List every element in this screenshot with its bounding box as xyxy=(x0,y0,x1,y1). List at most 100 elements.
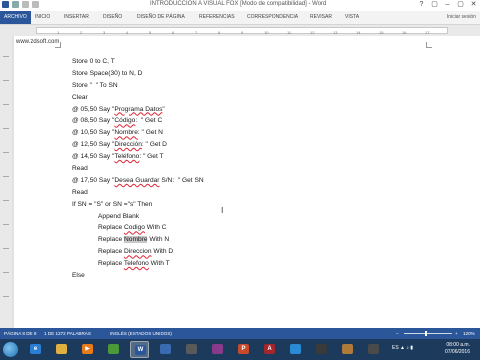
quick-access-toolbar xyxy=(2,1,39,8)
media-player-icon: ▶ xyxy=(82,344,93,354)
tab-correspondencia[interactable]: CORRESPONDENCIA xyxy=(247,11,298,24)
undo-icon[interactable] xyxy=(22,1,29,8)
ruler-tick: 14 xyxy=(356,30,361,35)
taskbar: e ▶ W P A ES ▲ ♪ ▮ 08:00 a.m. 07/06/2016 xyxy=(0,339,480,360)
code-line: If SN = "S" or SN ="s" Then xyxy=(72,200,153,208)
taskbar-button[interactable] xyxy=(156,341,175,358)
access-icon: A xyxy=(264,344,275,354)
ruler-tick: 8 xyxy=(218,30,221,35)
code-line: Replace Direccion With D xyxy=(98,248,174,256)
taskbar-button[interactable] xyxy=(364,341,383,358)
code-line: Store 0 to C, T xyxy=(72,58,115,65)
document-page[interactable]: www.zdsoft.com Store 0 to C, T Store Spa… xyxy=(14,36,480,328)
ruler-tick: 7 xyxy=(195,30,198,35)
code-line: Clear xyxy=(72,93,88,101)
help-button[interactable]: ? xyxy=(415,0,428,10)
clock-date: 07/06/2016 xyxy=(444,349,470,355)
app-icon-7 xyxy=(368,344,379,354)
taskbar-button[interactable] xyxy=(208,341,227,358)
code-line: @ 10,50 Say "Nombre: " Get N xyxy=(72,129,163,137)
margin-corner-mark xyxy=(426,42,432,48)
app-icon-6 xyxy=(342,344,353,354)
taskbar-button[interactable] xyxy=(338,341,357,358)
video-watermark: www.zdsoft.com xyxy=(16,39,60,45)
ie-icon: e xyxy=(30,344,41,354)
ruler-tick: 13 xyxy=(333,30,338,35)
save-icon[interactable] xyxy=(12,1,19,8)
word-icon: W xyxy=(135,345,146,355)
taskbar-button[interactable] xyxy=(286,341,305,358)
code-line: Read xyxy=(72,165,88,173)
tab-inicio[interactable]: INICIO xyxy=(35,11,50,24)
word-logo-icon xyxy=(2,1,9,8)
ruler-tick: 10 xyxy=(264,30,269,35)
tab-insertar[interactable]: INSERTAR xyxy=(64,11,89,24)
tab-vista[interactable]: VISTA xyxy=(345,11,359,24)
clock[interactable]: 08:00 a.m. 07/06/2016 xyxy=(445,342,470,356)
taskbar-button[interactable]: A xyxy=(260,341,279,358)
redo-icon[interactable] xyxy=(32,1,39,8)
zoom-level[interactable]: 120% xyxy=(463,331,475,336)
zoom-out-button[interactable]: – xyxy=(396,331,399,336)
taskbar-button[interactable] xyxy=(182,341,201,358)
code-body[interactable]: Store 0 to C, T Store Space(30) to N, D … xyxy=(72,56,204,282)
tab-diseno-de-pagina[interactable]: DISEÑO DE PÁGINA xyxy=(137,11,185,24)
taskbar-button[interactable]: e xyxy=(26,341,45,358)
code-line: Store " " To SN xyxy=(72,81,118,89)
code-line: Replace Telefono With T xyxy=(98,260,170,268)
tab-diseno[interactable]: DISEÑO xyxy=(103,11,122,24)
code-line: Read xyxy=(72,188,88,196)
taskbar-button[interactable]: P xyxy=(234,341,253,358)
tab-referencias[interactable]: REFERENCIAS xyxy=(199,11,235,24)
ruler-tick: 16 xyxy=(402,30,407,35)
page-indicator[interactable]: PÁGINA 8 DE 9 xyxy=(4,331,36,336)
ruler-tick: 1 xyxy=(57,30,60,35)
zoom-slider[interactable] xyxy=(404,333,452,334)
sign-in-link[interactable]: Iniciar sesión xyxy=(447,11,476,24)
code-line: @ 05,50 Say "Programa Datos" xyxy=(72,105,165,113)
taskbar-button[interactable] xyxy=(52,341,71,358)
ruler-tick: 15 xyxy=(379,30,384,35)
ruler-tick: 4 xyxy=(126,30,129,35)
ribbon-display-button[interactable]: ▢ xyxy=(428,0,441,10)
word-count[interactable]: 1 DE 1372 PALABRAS xyxy=(44,331,91,336)
taskbar-button[interactable] xyxy=(104,341,123,358)
zoom-slider-handle[interactable] xyxy=(425,331,427,336)
ruler-tick: 2 xyxy=(80,30,83,35)
ruler-tick: 3 xyxy=(103,30,106,35)
maximize-button[interactable]: ▢ xyxy=(454,0,467,10)
status-bar: PÁGINA 8 DE 9 1 DE 1372 PALABRAS INGLÉS … xyxy=(0,328,480,339)
ruler-tick: 5 xyxy=(149,30,152,35)
app-icon-5 xyxy=(316,344,327,354)
text-cursor-icon: I xyxy=(221,206,224,215)
code-line: @ 08,50 Say "Código: " Get C xyxy=(72,117,163,125)
system-tray[interactable]: ES ▲ ♪ ▮ xyxy=(392,345,413,351)
ruler-tick: 9 xyxy=(241,30,244,35)
taskbar-button[interactable]: ▶ xyxy=(78,341,97,358)
powerpoint-icon: P xyxy=(238,344,249,354)
window-title: INTRODUCCION A VISUAL FOX [Modo de compa… xyxy=(150,1,327,7)
close-button[interactable]: ✕ xyxy=(467,0,480,10)
taskbar-button[interactable] xyxy=(312,341,331,358)
tab-revisar[interactable]: REVISAR xyxy=(310,11,332,24)
code-line: Replace Codigo With C xyxy=(98,224,167,232)
vertical-ruler[interactable] xyxy=(0,36,12,328)
start-button[interactable] xyxy=(3,342,18,357)
app-icon-4 xyxy=(290,344,301,354)
app-icon-2 xyxy=(186,344,197,354)
code-line: Append Blank xyxy=(98,212,140,220)
app-icon-3 xyxy=(212,344,223,354)
language-indicator[interactable]: INGLÉS (ESTADOS UNIDOS) xyxy=(110,331,172,336)
code-line: @ 12,50 Say "Dirección: " Get D xyxy=(72,141,167,149)
ruler-tick: 11 xyxy=(287,30,292,35)
code-line: @ 14,50 Say "Teléfono: " Get T xyxy=(72,153,164,161)
ribbon-tabs: ARCHIVO INICIO INSERTAR DISEÑO DISEÑO DE… xyxy=(0,11,480,25)
chrome-icon xyxy=(108,344,119,354)
minimize-button[interactable]: – xyxy=(441,0,454,10)
folder-icon xyxy=(56,344,67,354)
taskbar-button[interactable]: W xyxy=(130,341,149,358)
horizontal-ruler[interactable]: 1 2 3 4 5 6 7 8 9 10 11 12 13 14 15 16 1… xyxy=(36,27,448,35)
window-controls: ? ▢ – ▢ ✕ xyxy=(415,0,480,10)
zoom-in-button[interactable]: + xyxy=(455,331,458,336)
tab-archivo[interactable]: ARCHIVO xyxy=(0,11,31,24)
